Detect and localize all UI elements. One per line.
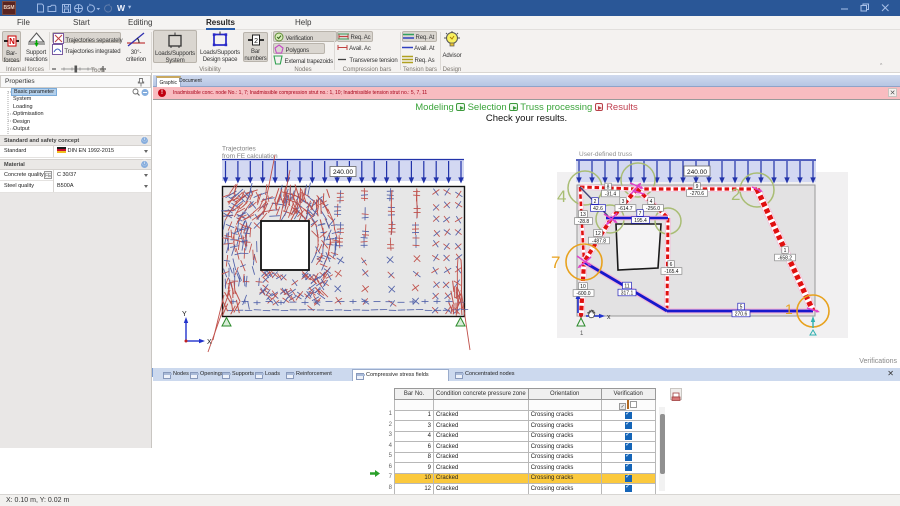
svg-text:User-defined truss: User-defined truss: [579, 151, 633, 158]
svg-text:-165.4: -165.4: [664, 269, 678, 275]
svg-text:3: 3: [622, 199, 625, 205]
svg-text:7: 7: [551, 253, 560, 272]
svg-text:from FE calculation: from FE calculation: [222, 153, 278, 160]
svg-text:7: 7: [639, 211, 642, 217]
svg-text:4: 4: [650, 199, 653, 205]
svg-text:10: 10: [580, 284, 586, 290]
svg-text:9: 9: [696, 184, 699, 190]
svg-text:6: 6: [670, 262, 673, 268]
svg-text:-614.7: -614.7: [618, 206, 632, 212]
svg-text:195.4: 195.4: [634, 218, 647, 224]
svg-text:2: 2: [731, 185, 740, 204]
svg-text:240.00: 240.00: [333, 169, 353, 176]
svg-text:-600.0: -600.0: [576, 291, 590, 297]
svg-text:270.6: 270.6: [735, 311, 748, 317]
svg-text:2: 2: [594, 199, 597, 205]
svg-text:4: 4: [557, 187, 566, 206]
svg-text:-256.0: -256.0: [646, 206, 660, 212]
svg-text:11: 11: [624, 283, 629, 289]
svg-text:42.6: 42.6: [593, 206, 603, 212]
svg-text:12: 12: [595, 231, 601, 237]
svg-text:2: 2: [254, 38, 258, 45]
svg-text:-658.2: -658.2: [778, 255, 792, 261]
svg-text:317.1: 317.1: [621, 290, 634, 296]
svg-text:Y: Y: [182, 311, 187, 318]
svg-text:-31.4: -31.4: [605, 191, 617, 197]
svg-text:8: 8: [607, 184, 610, 190]
svg-text:5: 5: [740, 304, 743, 310]
svg-text:-487.8: -487.8: [592, 238, 606, 244]
svg-text:x: x: [607, 314, 611, 321]
svg-text:Trajectories: Trajectories: [222, 145, 256, 152]
svg-text:240.00: 240.00: [687, 169, 707, 176]
svg-text:13: 13: [580, 212, 586, 218]
svg-text:1: 1: [784, 248, 787, 254]
svg-text:N: N: [9, 37, 15, 46]
svg-text:X: X: [207, 339, 212, 346]
svg-text:1: 1: [785, 301, 793, 317]
svg-text:-270.6: -270.6: [690, 191, 704, 197]
svg-text:-28.8: -28.8: [578, 219, 590, 225]
